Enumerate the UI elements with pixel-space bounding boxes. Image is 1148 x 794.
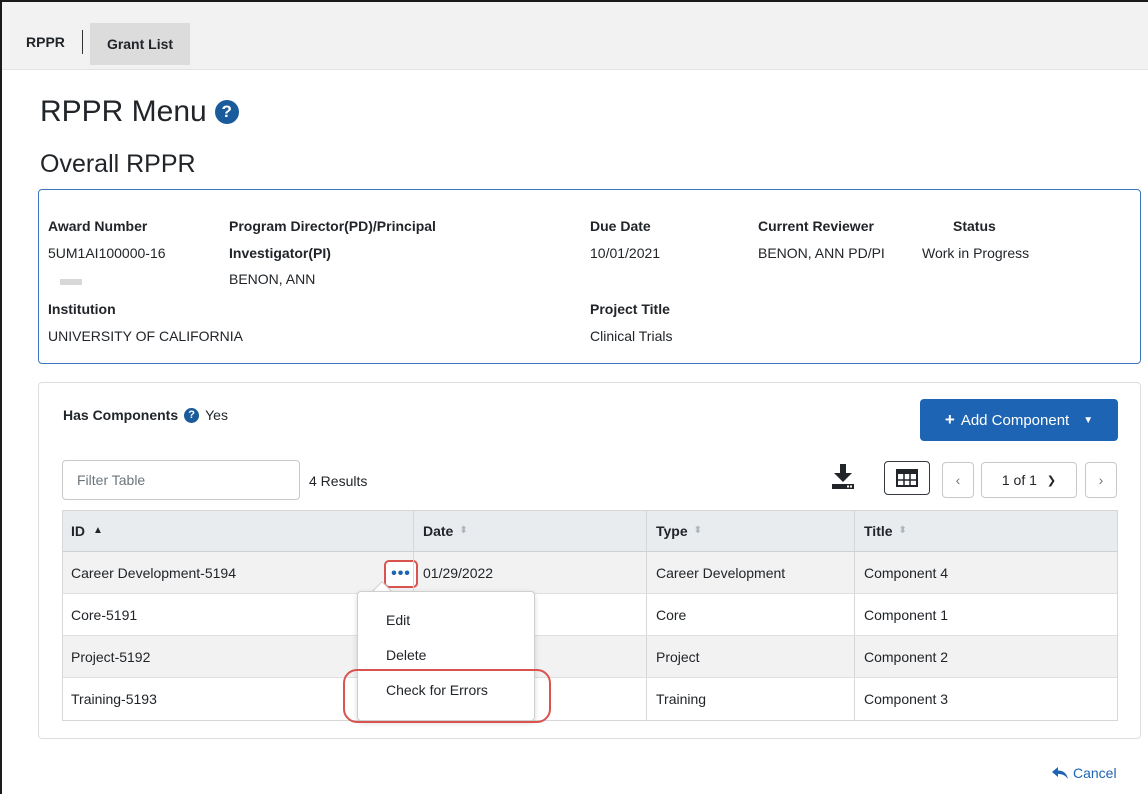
table-row: Career Development-5194 ••• 01/29/2022 C… (62, 552, 1118, 594)
cell-type: Training (646, 678, 854, 720)
institution-value: UNIVERSITY OF CALIFORNIA (48, 328, 243, 344)
plus-icon: + (944, 410, 955, 429)
pd-name-value: BENON, ANN (229, 271, 316, 287)
due-date-label: Due Date (590, 218, 651, 234)
page-title-text: RPPR Menu (40, 95, 207, 128)
project-title-label: Project Title (590, 301, 670, 317)
column-header-date[interactable]: Date ⬍ (413, 510, 646, 551)
sort-icon: ⬍ (459, 525, 468, 536)
has-components-row: Has Components ? Yes (63, 407, 228, 423)
redacted-block (60, 279, 82, 285)
table-row: Core-5191 Core Component 1 (62, 594, 1118, 636)
column-header-type[interactable]: Type ⬍ (646, 510, 854, 551)
sort-icon: ⬍ (693, 525, 703, 536)
nav-divider (82, 30, 83, 54)
award-number-value: 5UM1AI100000-16 (48, 245, 166, 261)
add-component-button[interactable]: + Add Component ▼ (920, 399, 1118, 441)
chevron-down-icon: ❯ (1046, 474, 1057, 487)
page-select[interactable]: 1 of 1 ❯ (981, 462, 1077, 498)
row-actions-menu: Edit Delete Check for Errors (357, 591, 535, 721)
nav-grant-list-tab[interactable]: Grant List (90, 23, 190, 65)
menu-item-check-for-errors[interactable]: Check for Errors (386, 682, 488, 698)
previous-page-button[interactable]: ‹ (942, 462, 974, 498)
page-title: RPPR Menu ? (40, 95, 239, 129)
cancel-label: Cancel (1073, 765, 1117, 781)
components-panel: Has Components ? Yes + Add Component ▼ 4… (38, 382, 1141, 739)
nav-app-link[interactable]: RPPR (26, 34, 65, 50)
menu-item-delete[interactable]: Delete (386, 647, 426, 663)
caret-down-icon: ▼ (1083, 414, 1094, 426)
institution-label: Institution (48, 301, 116, 317)
cell-type: Career Development (646, 552, 854, 593)
chevron-left-icon: ‹ (955, 472, 961, 488)
has-components-label: Has Components (63, 407, 179, 423)
reviewer-value: BENON, ANN PD/PI (758, 245, 885, 261)
next-page-button[interactable]: › (1085, 462, 1117, 498)
has-components-value: Yes (205, 407, 228, 423)
sort-ascending-icon: ▲ (93, 525, 103, 536)
cell-type: Project (646, 636, 854, 677)
column-header-type-label: Type (656, 522, 688, 539)
column-header-title[interactable]: Title ⬍ (854, 510, 1118, 551)
table-grid-icon (896, 469, 918, 487)
award-number-label: Award Number (48, 218, 148, 234)
help-icon[interactable]: ? (214, 100, 239, 124)
award-info-card: Award Number 5UM1AI100000-16 Program Dir… (38, 189, 1141, 364)
cell-title: Component 3 (854, 678, 1118, 720)
column-header-date-label: Date (423, 522, 454, 539)
help-icon[interactable]: ? (184, 407, 200, 423)
pd-label-line2: Investigator(PI) (229, 245, 331, 261)
reviewer-label: Current Reviewer (758, 218, 874, 234)
page-select-value: 1 of 1 (1001, 472, 1037, 488)
cell-title: Component 1 (854, 594, 1118, 635)
cell-type: Core (646, 594, 854, 635)
cell-id: Career Development-5194 (71, 564, 236, 581)
cell-date: 01/29/2022 (413, 552, 646, 593)
components-table: ID ▲ Date ⬍ Type ⬍ Title ⬍ Career Develo… (62, 510, 1118, 721)
menu-item-edit[interactable]: Edit (386, 612, 410, 628)
chevron-right-icon: › (1098, 472, 1104, 488)
filter-table-input[interactable] (62, 460, 300, 500)
add-component-label: Add Component (960, 411, 1070, 429)
page-subtitle: Overall RPPR (40, 150, 196, 178)
column-toggle-button[interactable] (884, 461, 930, 495)
sort-icon: ⬍ (898, 525, 907, 536)
table-row: Project-5192 Project Component 2 (62, 636, 1118, 678)
column-header-id-label: ID (71, 522, 85, 539)
cancel-link[interactable]: Cancel (1052, 765, 1117, 781)
results-count: 4 Results (309, 473, 368, 489)
status-label: Status (953, 218, 996, 234)
table-header-row: ID ▲ Date ⬍ Type ⬍ Title ⬍ (62, 510, 1118, 552)
due-date-value: 10/01/2021 (590, 245, 661, 261)
cell-title: Component 2 (854, 636, 1118, 677)
pd-label-line1: Program Director(PD)/Principal (229, 218, 436, 234)
column-header-title-label: Title (864, 522, 893, 539)
download-icon[interactable] (830, 463, 856, 491)
status-value: Work in Progress (922, 245, 1030, 261)
reply-arrow-icon (1052, 767, 1068, 779)
window-frame-left (0, 0, 2, 794)
cell-title: Component 4 (854, 552, 1118, 593)
column-header-id[interactable]: ID ▲ (62, 510, 413, 551)
top-nav: RPPR Grant List (2, 2, 1148, 70)
table-row: Training-5193 Training Component 3 (62, 678, 1118, 720)
project-title-value: Clinical Trials (590, 328, 673, 344)
